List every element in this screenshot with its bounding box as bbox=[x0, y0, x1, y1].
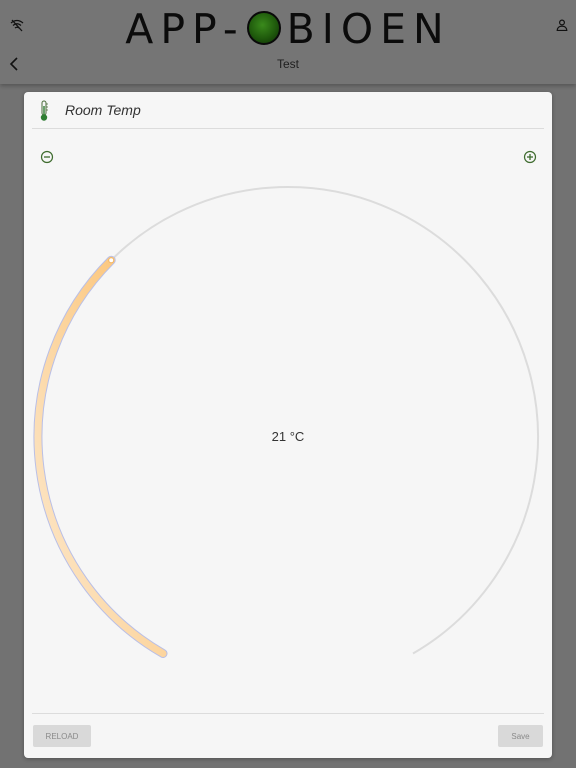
user-icon[interactable] bbox=[556, 19, 568, 31]
temperature-card: Room Temp 21 °C RELOAD Save bbox=[24, 92, 552, 758]
brand-text-left: APP- bbox=[125, 5, 245, 53]
reload-button[interactable]: RELOAD bbox=[33, 725, 91, 747]
save-button[interactable]: Save bbox=[498, 725, 543, 747]
brand-logo: APP- BIOEN bbox=[0, 6, 576, 52]
page-title: Test bbox=[276, 57, 299, 71]
temperature-value: 21 °C bbox=[271, 429, 305, 444]
dial-fill bbox=[34, 256, 167, 658]
dial-fill-outline bbox=[33, 255, 168, 659]
temperature-dial[interactable] bbox=[24, 92, 552, 712]
card-divider bbox=[32, 713, 544, 714]
app-header: APP- BIOEN Test bbox=[0, 0, 576, 84]
green-orb-icon bbox=[246, 11, 281, 45]
brand-text-right: BIOEN bbox=[286, 5, 451, 53]
dial-handle[interactable] bbox=[108, 257, 115, 264]
